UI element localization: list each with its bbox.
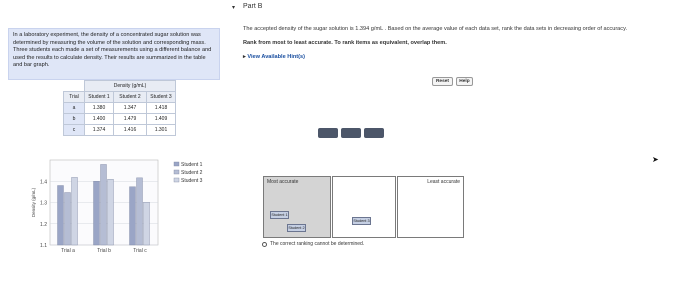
density-bar-chart: 1.1 1.2 1.3 1.4 Density (g/mL) Trial a Trial b… (31, 159, 203, 254)
problem-prompt: In a laboratory experiment, the density … (8, 28, 220, 80)
bar (129, 186, 136, 246)
y-tick-label: 1.4 (40, 179, 47, 185)
collapse-arrow-icon[interactable]: ▾ (232, 4, 235, 11)
reset-button[interactable]: Reset (432, 77, 453, 86)
question-text: The accepted density of the sugar soluti… (243, 26, 628, 32)
density-table: Density (g/mL) Trial Student 1 Student 2… (63, 80, 176, 136)
table-row: c 1.374 1.416 1.301 (63, 124, 176, 136)
ranking-zone-middle[interactable]: Student 3 (332, 176, 396, 238)
cannot-determine-label[interactable]: The correct ranking cannot be determined… (270, 241, 364, 247)
empty-token-slot (318, 128, 338, 138)
student-3-header: Student 3 (146, 91, 176, 103)
student-1-header: Student 1 (84, 91, 114, 103)
ranking-zone-least[interactable]: Least accurate (397, 176, 464, 238)
bar (71, 177, 78, 246)
student-2-header: Student 2 (113, 91, 147, 103)
trial-cell: c (63, 124, 85, 136)
value-cell: 1.400 (84, 113, 114, 125)
bar (64, 192, 71, 246)
y-axis-label: Density (g/mL) (31, 187, 36, 217)
trial-cell: a (63, 102, 85, 114)
part-label[interactable]: Part B (243, 3, 262, 10)
student-2-card[interactable]: Student 2 (287, 224, 306, 232)
empty-token-slot (364, 128, 384, 138)
bar (100, 164, 107, 246)
y-tick-label: 1.2 (40, 222, 47, 228)
triangle-right-icon: ▸ (243, 54, 246, 60)
ranking-zone-most[interactable]: Most accurate Student 1 Student 2 (263, 176, 331, 238)
trial-cell: b (63, 113, 85, 125)
table-row: b 1.400 1.479 1.409 (63, 113, 176, 125)
help-button[interactable]: Help (456, 77, 473, 86)
value-cell: 1.418 (146, 102, 176, 114)
legend-swatch (173, 161, 180, 167)
table-row: a 1.380 1.347 1.418 (63, 102, 176, 114)
cannot-determine-radio[interactable] (262, 242, 267, 247)
prompt-text: In a laboratory experiment, the density … (13, 32, 212, 69)
empty-token-slot (341, 128, 361, 138)
legend-label: Student 2 (181, 170, 203, 176)
legend-label: Student 1 (181, 162, 203, 168)
x-tick-label: Trial b (97, 248, 111, 254)
x-tick-label: Trial c (133, 248, 147, 254)
value-cell: 1.380 (84, 102, 114, 114)
density-header: Density (g/mL) (84, 80, 176, 92)
value-cell: 1.416 (113, 124, 147, 136)
bar (93, 181, 100, 246)
bar (107, 179, 114, 246)
value-cell: 1.409 (146, 113, 176, 125)
view-hints-link[interactable]: ▸ View Available Hint(s) (243, 54, 305, 60)
legend-swatch (173, 169, 180, 175)
student-3-card[interactable]: Student 3 (352, 217, 371, 225)
bar (57, 185, 64, 246)
bar (136, 177, 143, 246)
value-cell: 1.301 (146, 124, 176, 136)
legend-swatch (173, 177, 180, 183)
value-cell: 1.479 (113, 113, 147, 125)
student-1-card[interactable]: Student 1 (270, 211, 289, 219)
most-accurate-label: Most accurate (267, 179, 299, 185)
y-tick-label: 1.3 (40, 201, 47, 207)
mouse-cursor-icon: ➤ (652, 155, 659, 164)
legend-label: Student 3 (181, 178, 203, 184)
x-tick-label: Trial a (61, 248, 75, 254)
value-cell: 1.347 (113, 102, 147, 114)
trial-header: Trial (63, 91, 85, 103)
hints-label: View Available Hint(s) (247, 54, 305, 60)
value-cell: 1.374 (84, 124, 114, 136)
y-tick-label: 1.1 (40, 243, 47, 249)
bar (143, 202, 150, 246)
least-accurate-label: Least accurate (427, 179, 460, 185)
ranking-instructions: Rank from most to least accurate. To ran… (243, 40, 447, 46)
